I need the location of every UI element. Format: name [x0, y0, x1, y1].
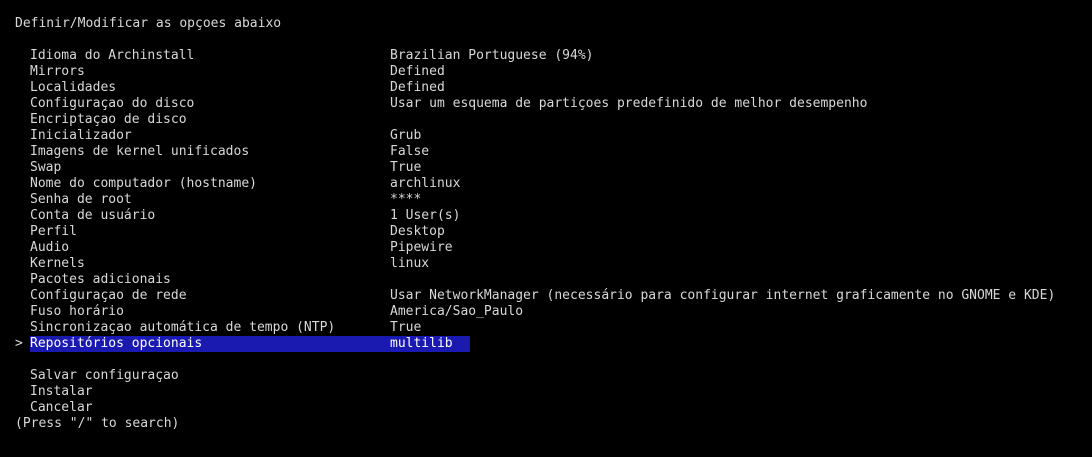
- menu-item-value: archlinux: [390, 176, 461, 191]
- menu-item-repositorios-opcionais[interactable]: > Repositórios opcionais multilib: [15, 336, 1092, 352]
- menu-item-configuracao-disco[interactable]: Configuraçao do disco Usar um esquema de…: [15, 96, 1092, 112]
- menu-item-pacotes-adicionais[interactable]: Pacotes adicionais: [15, 272, 1092, 288]
- menu-item-value: Brazilian Portuguese (94%): [390, 48, 594, 63]
- menu-item-value: Grub: [390, 128, 422, 143]
- cancel-action[interactable]: Cancelar: [15, 400, 1092, 416]
- menu-item-label: Kernels: [30, 256, 85, 271]
- menu-item-mirrors[interactable]: Mirrors Defined: [15, 64, 1092, 80]
- menu-item-label: Perfil: [30, 224, 77, 239]
- menu-item-label: Sincronizaçao automática de tempo (NTP): [30, 320, 336, 335]
- menu-item-configuracao-rede[interactable]: Configuraçao de rede Usar NetworkManager…: [15, 288, 1092, 304]
- save-configuration-action[interactable]: Salvar configuraçao: [15, 368, 1092, 384]
- selection-cursor: >: [15, 336, 23, 351]
- menu-item-audio[interactable]: Audio Pipewire: [15, 240, 1092, 256]
- menu-item-label: Encriptaçao de disco: [30, 112, 187, 127]
- menu-item-label: Imagens de kernel unificados: [30, 144, 250, 159]
- menu-item-conta-usuario[interactable]: Conta de usuário 1 User(s): [15, 208, 1092, 224]
- menu-item-value: True: [390, 320, 422, 335]
- terminal-screen: Definir/Modificar as opçoes abaixo Idiom…: [0, 0, 1092, 457]
- menu-item-value: multilib: [390, 336, 453, 351]
- menu-item-value: True: [390, 160, 422, 175]
- menu-item-label: Fuso horário: [30, 304, 124, 319]
- menu-item-perfil[interactable]: Perfil Desktop: [15, 224, 1092, 240]
- menu-item-label: Conta de usuário: [30, 208, 156, 223]
- menu-item-label: Senha de root: [30, 192, 132, 207]
- action-label: Salvar configuraçao: [30, 368, 179, 383]
- menu-item-value: Defined: [390, 64, 445, 79]
- menu-item-idioma[interactable]: Idioma do Archinstall Brazilian Portugue…: [15, 48, 1092, 64]
- menu-item-localidades[interactable]: Localidades Defined: [15, 80, 1092, 96]
- action-label: Cancelar: [30, 400, 93, 415]
- menu-item-inicializador[interactable]: Inicializador Grub: [15, 128, 1092, 144]
- menu-item-label: Nome do computador (hostname): [30, 176, 257, 191]
- menu-item-kernels[interactable]: Kernels linux: [15, 256, 1092, 272]
- menu-item-value: ****: [390, 192, 422, 207]
- menu-item-value: False: [390, 144, 430, 159]
- menu-item-value: Pipewire: [390, 240, 453, 255]
- menu-item-label: Pacotes adicionais: [30, 272, 171, 287]
- menu-item-senha-root[interactable]: Senha de root ****: [15, 192, 1092, 208]
- menu-item-hostname[interactable]: Nome do computador (hostname) archlinux: [15, 176, 1092, 192]
- menu-item-label: Repositórios opcionais: [30, 336, 203, 351]
- menu-item-label: Inicializador: [30, 128, 132, 143]
- menu-item-label: Audio: [30, 240, 70, 255]
- menu-item-encriptacao-disco[interactable]: Encriptaçao de disco: [15, 112, 1092, 128]
- menu-item-label: Configuraçao de rede: [30, 288, 187, 303]
- menu-item-imagens-kernel[interactable]: Imagens de kernel unificados False: [15, 144, 1092, 160]
- menu-item-label: Localidades: [30, 80, 117, 95]
- install-action[interactable]: Instalar: [15, 384, 1092, 400]
- menu-item-label: Configuraçao do disco: [30, 96, 195, 111]
- action-label: Instalar: [30, 384, 93, 399]
- menu-item-label: Mirrors: [30, 64, 85, 79]
- menu-item-value: Usar um esquema de partiçoes predefinido…: [390, 96, 868, 111]
- menu-item-fuso-horario[interactable]: Fuso horário America/Sao_Paulo: [15, 304, 1092, 320]
- page-title: Definir/Modificar as opçoes abaixo: [15, 16, 282, 31]
- menu-item-label: Idioma do Archinstall: [30, 48, 195, 63]
- menu-item-value: Desktop: [390, 224, 445, 239]
- menu-item-value: Usar NetworkManager (necessário para con…: [390, 288, 1056, 303]
- menu-item-swap[interactable]: Swap True: [15, 160, 1092, 176]
- menu-item-value: America/Sao_Paulo: [390, 304, 524, 319]
- menu-item-value: 1 User(s): [390, 208, 461, 223]
- menu-item-ntp[interactable]: Sincronizaçao automática de tempo (NTP) …: [15, 320, 1092, 336]
- search-hint: (Press "/" to search): [15, 416, 180, 431]
- menu-item-value: linux: [390, 256, 430, 271]
- menu-item-value: Defined: [390, 80, 445, 95]
- menu-item-label: Swap: [30, 160, 62, 175]
